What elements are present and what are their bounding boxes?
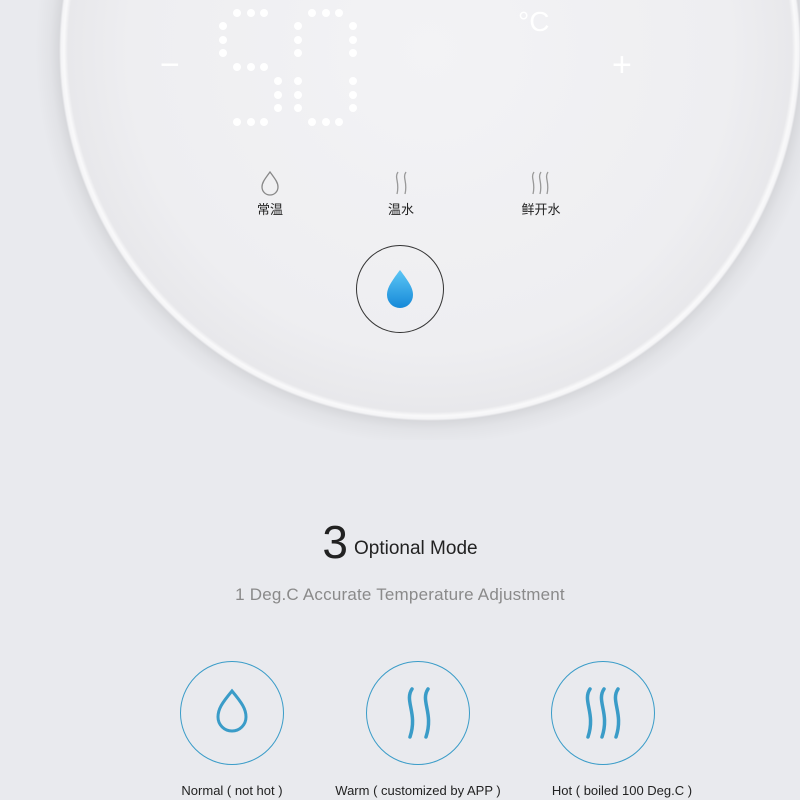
heading-number: 3 xyxy=(322,516,348,568)
water-drop-icon xyxy=(387,270,413,308)
temperature-display xyxy=(200,0,400,140)
panel-mode-warm[interactable]: 温水 xyxy=(361,170,441,218)
display-dot xyxy=(294,77,302,85)
steam-2-icon xyxy=(407,687,431,739)
display-dot xyxy=(260,63,268,71)
display-dot xyxy=(233,63,241,71)
display-dot xyxy=(219,49,227,57)
display-dot xyxy=(349,91,357,99)
option-warm xyxy=(366,661,470,765)
drop-icon xyxy=(216,688,248,733)
increase-button[interactable]: + xyxy=(612,48,632,82)
steam-3-icon xyxy=(585,687,621,739)
display-dot xyxy=(349,104,357,112)
panel-mode-label: 常温 xyxy=(256,202,283,217)
panel-mode-normal[interactable]: 常温 xyxy=(230,170,310,218)
display-dot xyxy=(274,77,282,85)
display-dot xyxy=(308,118,316,126)
section-heading: 3 Optional Mode xyxy=(0,515,800,569)
display-dot xyxy=(322,118,330,126)
option-label: Warm ( customized by APP ) xyxy=(335,783,501,798)
display-dot xyxy=(349,36,357,44)
drop-icon xyxy=(261,170,279,196)
display-dot xyxy=(349,22,357,30)
display-dot xyxy=(294,36,302,44)
option-label: Hot ( boiled 100 Deg.C ) xyxy=(551,783,693,798)
display-dot xyxy=(233,9,241,17)
control-panel-disc xyxy=(0,0,800,440)
display-dot xyxy=(260,118,268,126)
display-dot xyxy=(294,22,302,30)
display-dot xyxy=(335,9,343,17)
panel-mode-hot[interactable]: 鲜开水 xyxy=(501,170,581,218)
option-label: Normal ( not hot ) xyxy=(181,783,283,798)
temperature-value: 50 xyxy=(0,0,1,1)
heading-text: Optional Mode xyxy=(354,538,478,559)
panel-mode-label: 温水 xyxy=(387,202,414,217)
display-dot xyxy=(274,91,282,99)
display-dot xyxy=(260,9,268,17)
display-dot xyxy=(349,77,357,85)
display-dot xyxy=(308,9,316,17)
display-dot xyxy=(247,9,255,17)
display-dot xyxy=(274,104,282,112)
display-dot xyxy=(247,118,255,126)
decrease-button[interactable]: − xyxy=(160,48,180,82)
panel-mode-label: 鲜开水 xyxy=(521,202,561,217)
display-dot xyxy=(335,118,343,126)
display-dot xyxy=(247,63,255,71)
unit-celsius: °C xyxy=(518,6,550,37)
dispense-button[interactable] xyxy=(356,245,444,333)
steam-3-icon xyxy=(531,171,549,195)
display-dot xyxy=(294,91,302,99)
option-hot xyxy=(551,661,655,765)
option-normal xyxy=(180,661,284,765)
display-dot xyxy=(294,104,302,112)
display-dot xyxy=(322,9,330,17)
display-dot xyxy=(219,36,227,44)
display-dot xyxy=(219,22,227,30)
display-dot xyxy=(233,118,241,126)
section-subtitle: 1 Deg.C Accurate Temperature Adjustment xyxy=(235,585,565,604)
display-dot xyxy=(349,49,357,57)
steam-2-icon xyxy=(395,171,407,195)
display-dot xyxy=(294,49,302,57)
